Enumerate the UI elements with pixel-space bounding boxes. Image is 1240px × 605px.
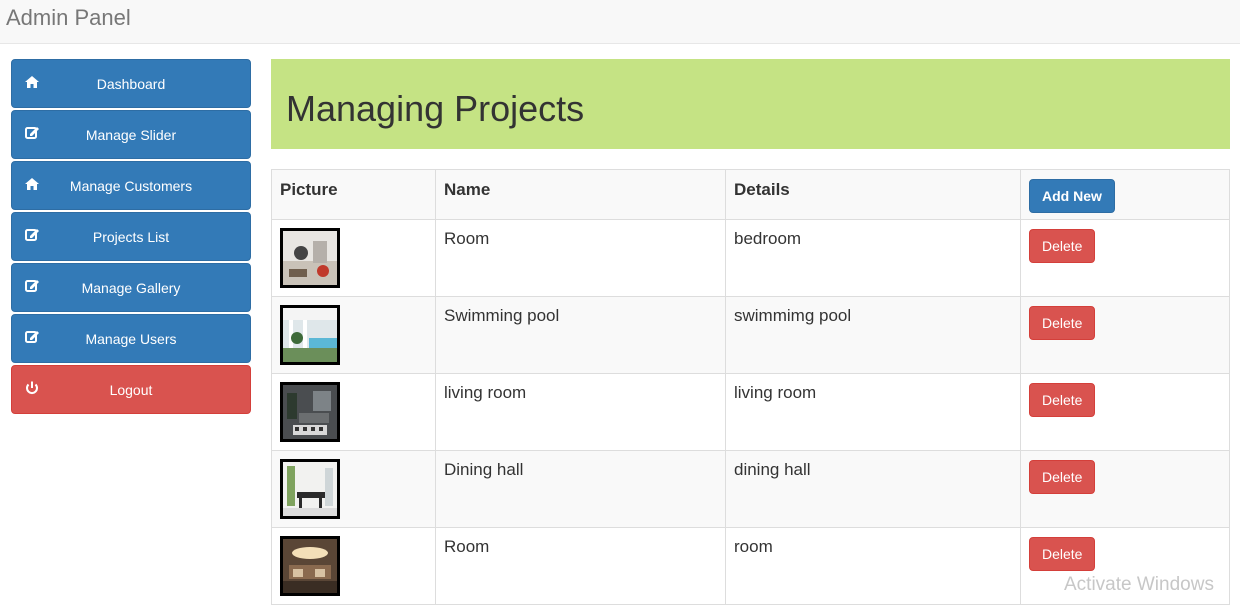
name-cell: Room xyxy=(435,527,726,605)
name-cell: Swimming pool xyxy=(435,296,726,374)
column-header-picture: Picture xyxy=(271,169,436,220)
name-cell: Dining hall xyxy=(435,450,726,528)
project-thumbnail[interactable] xyxy=(280,459,340,519)
sidebar-item-manage-gallery[interactable]: Manage Gallery xyxy=(11,263,251,312)
picture-cell xyxy=(271,450,436,528)
project-thumbnail[interactable] xyxy=(280,382,340,442)
sidebar: Dashboard Manage Slider Manage Customers… xyxy=(11,59,251,416)
sidebar-item-label: Dashboard xyxy=(96,76,166,92)
delete-button[interactable]: Delete xyxy=(1029,306,1096,340)
main-content: Managing Projects Picture Name Details A… xyxy=(271,59,1230,605)
page-title: Managing Projects xyxy=(286,88,585,129)
table-row: Room bedroom Delete xyxy=(271,219,1230,297)
actions-cell: Delete xyxy=(1020,450,1230,528)
actions-cell: Delete xyxy=(1020,373,1230,451)
sidebar-item-logout[interactable]: Logout xyxy=(11,365,251,414)
delete-button[interactable]: Delete xyxy=(1029,383,1096,417)
details-cell: swimmimg pool xyxy=(725,296,1021,374)
sidebar-item-projects-list[interactable]: Projects List xyxy=(11,212,251,261)
details-cell: bedroom xyxy=(725,219,1021,297)
sidebar-item-manage-users[interactable]: Manage Users xyxy=(11,314,251,363)
delete-button[interactable]: Delete xyxy=(1029,460,1096,494)
column-header-name: Name xyxy=(435,169,726,220)
picture-cell xyxy=(271,373,436,451)
activate-windows-watermark: Activate Windows xyxy=(1064,574,1214,595)
project-thumbnail[interactable] xyxy=(280,305,340,365)
sidebar-item-manage-slider[interactable]: Manage Slider xyxy=(11,110,251,159)
picture-cell xyxy=(271,296,436,374)
page-header: Managing Projects xyxy=(271,59,1230,149)
project-thumbnail[interactable] xyxy=(280,228,340,288)
sidebar-item-label: Logout xyxy=(109,382,153,398)
column-header-details: Details xyxy=(725,169,1021,220)
add-new-button[interactable]: Add New xyxy=(1029,179,1115,213)
actions-cell: Delete xyxy=(1020,296,1230,374)
picture-cell xyxy=(271,219,436,297)
table-row: Dining hall dining hall Delete xyxy=(271,450,1230,528)
brand-title[interactable]: Admin Panel xyxy=(6,5,131,31)
table-row: living room living room Delete xyxy=(271,373,1230,451)
name-cell: Room xyxy=(435,219,726,297)
project-thumbnail[interactable] xyxy=(280,536,340,596)
actions-cell: Delete xyxy=(1020,219,1230,297)
name-cell: living room xyxy=(435,373,726,451)
delete-button[interactable]: Delete xyxy=(1029,537,1096,571)
sidebar-item-label: Manage Users xyxy=(85,331,177,347)
details-cell: room xyxy=(725,527,1021,605)
details-cell: living room xyxy=(725,373,1021,451)
sidebar-item-label: Manage Gallery xyxy=(81,280,181,296)
details-cell: dining hall xyxy=(725,450,1021,528)
sidebar-item-manage-customers[interactable]: Manage Customers xyxy=(11,161,251,210)
sidebar-item-label: Manage Slider xyxy=(85,127,177,143)
sidebar-item-label: Projects List xyxy=(92,229,170,245)
projects-table: Picture Name Details Add New Room bedroo… xyxy=(271,169,1230,605)
sidebar-item-label: Manage Customers xyxy=(69,178,193,194)
delete-button[interactable]: Delete xyxy=(1029,229,1096,263)
table-row: Swimming pool swimmimg pool Delete xyxy=(271,296,1230,374)
column-header-actions: Add New xyxy=(1020,169,1230,220)
top-navbar: Admin Panel xyxy=(0,0,1240,44)
table-header-row: Picture Name Details Add New xyxy=(271,169,1230,220)
sidebar-item-dashboard[interactable]: Dashboard xyxy=(11,59,251,108)
picture-cell xyxy=(271,527,436,605)
